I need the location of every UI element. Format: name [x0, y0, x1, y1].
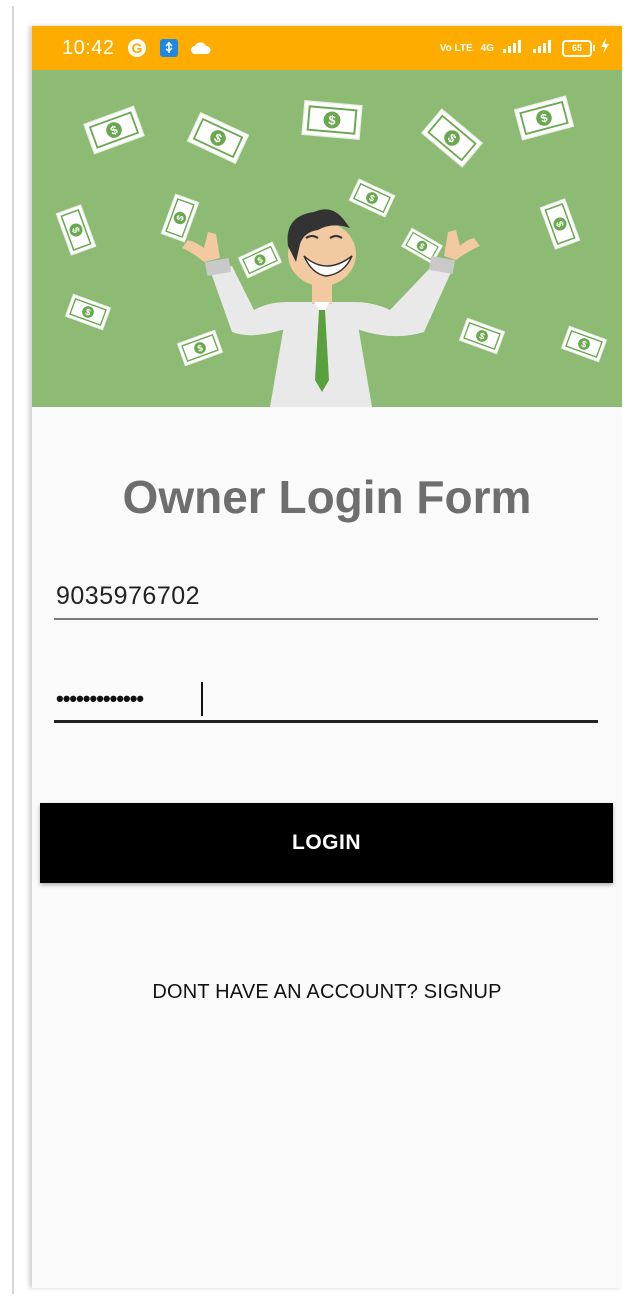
volte-indicator: Vo LTE — [439, 42, 473, 54]
network-4g-indicator: 4G — [480, 42, 494, 54]
phone-edge — [12, 6, 14, 1294]
money-bill-icon — [64, 293, 112, 331]
businessman-figure — [182, 209, 480, 407]
phone-number-input[interactable]: 9035976702 — [54, 578, 598, 620]
money-bill-icon — [539, 198, 581, 250]
money-bill-icon — [82, 105, 146, 155]
money-bill-icon — [186, 111, 250, 165]
money-bill-icon — [55, 204, 97, 256]
signup-link[interactable]: DONT HAVE AN ACCOUNT? SIGNUP — [32, 981, 622, 1004]
status-bar: 10:42 G Vo LTE 4G 65 — [32, 26, 622, 70]
signal-icon-2 — [532, 38, 554, 59]
status-time: 10:42 — [62, 36, 115, 59]
money-bill-icon — [237, 241, 283, 279]
login-button[interactable]: LOGIN — [40, 803, 613, 883]
google-icon: G — [127, 38, 147, 58]
battery-icon: 65 — [562, 39, 595, 57]
phone-number-value: 9035976702 — [56, 582, 201, 610]
charging-icon — [600, 37, 610, 59]
page-title: Owner Login Form — [122, 471, 532, 523]
cloud-icon — [190, 41, 211, 55]
svg-text:G: G — [131, 40, 142, 56]
money-bill-icon — [176, 329, 224, 367]
money-bill-icon — [301, 99, 363, 141]
status-right: Vo LTE 4G 65 — [440, 26, 610, 70]
money-bill-icon — [458, 317, 506, 355]
money-bill-icon — [160, 193, 200, 243]
password-mask: ••••••••••••• — [56, 686, 144, 711]
money-bill-icon — [420, 108, 484, 168]
password-input[interactable]: ••••••••••••• — [54, 678, 598, 723]
usb-icon — [159, 38, 179, 58]
money-bill-icon — [513, 95, 575, 141]
hero-illustration: $ — [32, 70, 622, 407]
money-bill-icon — [560, 325, 608, 363]
phone-screen: 10:42 G Vo LTE 4G 65 Owner Login Form 90… — [32, 26, 622, 1288]
text-cursor — [201, 682, 203, 716]
money-bill-icon — [348, 178, 396, 218]
signal-icon — [502, 38, 524, 59]
